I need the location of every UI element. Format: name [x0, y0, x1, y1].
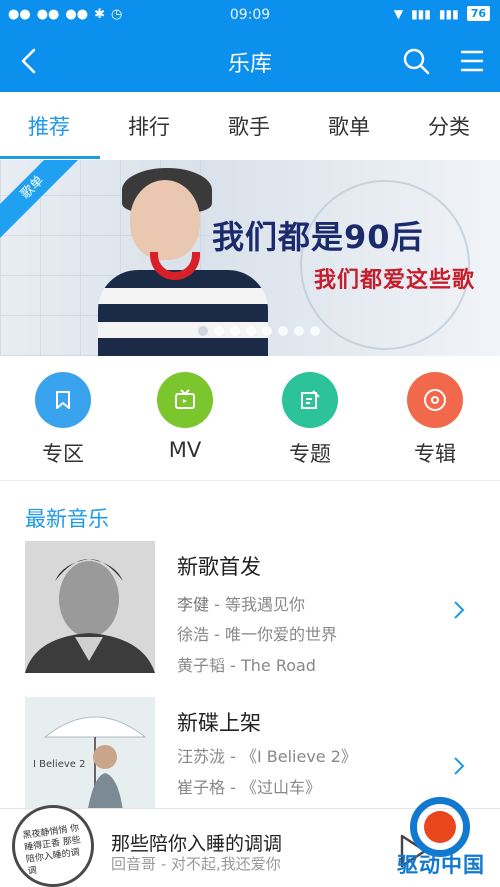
pagination-dot[interactable] — [294, 326, 304, 336]
tv-icon — [157, 372, 213, 428]
banner-pagination — [198, 326, 320, 336]
song-line: 汪苏泷 - 《I Believe 2》 — [177, 743, 357, 767]
search-icon[interactable] — [400, 45, 432, 77]
separator: - — [225, 778, 241, 797]
entry-zone[interactable]: 专区 — [13, 372, 113, 468]
banner-headline: 我们都是90后 — [212, 218, 424, 256]
divider — [0, 480, 500, 481]
now-playing-artist: 回音哥 - 对不起,我还爱你 — [111, 855, 281, 873]
chevron-right-icon[interactable] — [451, 755, 467, 777]
artist-name: 黄子韬 — [177, 656, 226, 675]
edit-note-icon — [282, 372, 338, 428]
song-line: 李健 - 等我遇见你 — [177, 591, 305, 615]
artist-name: 李健 — [177, 595, 210, 614]
cover-handwriting: 黑夜静悄悄 你睡得正香 那些陪你入睡的调调 — [22, 823, 82, 877]
entry-albums[interactable]: 专辑 — [385, 372, 485, 468]
now-playing-title: 那些陪你入睡的调调 — [111, 833, 283, 855]
category-tabs: 推荐 排行 歌手 歌单 分类 — [0, 92, 500, 158]
battery-icon: 76 — [466, 6, 490, 21]
app-bar: 乐库 — [0, 32, 500, 92]
now-playing-cover[interactable]: 黑夜静悄悄 你睡得正香 那些陪你入睡的调调 — [12, 805, 94, 887]
disc-icon — [407, 372, 463, 428]
card-title: 新碟上架 — [177, 711, 261, 735]
song-name: 《I Believe 2》 — [240, 747, 357, 766]
pagination-dot[interactable] — [246, 326, 256, 336]
section-title-latest-music: 最新音乐 — [25, 507, 109, 531]
wifi-icon: ▼ — [393, 6, 404, 21]
watermark-text: 驱动中国 — [397, 853, 485, 877]
entry-label: 专题 — [289, 442, 331, 466]
separator: - — [209, 595, 225, 614]
song-name: The Road — [240, 656, 316, 675]
card-title: 新歌首发 — [177, 555, 261, 579]
pagination-dot[interactable] — [214, 326, 224, 336]
artist-name: 徐浩 — [177, 625, 210, 644]
pagination-dot[interactable] — [198, 326, 208, 336]
pagination-dot[interactable] — [262, 326, 272, 336]
tab-singers[interactable]: 歌手 — [228, 111, 270, 141]
tab-recommend[interactable]: 推荐 — [28, 111, 70, 141]
latest-card-new-songs[interactable]: 新歌首发 李健 - 等我遇见你 徐浩 - 唯一你爱的世界 黄子韬 - The R… — [0, 541, 500, 691]
banner-subheadline: 我们都爱这些歌 — [314, 268, 476, 293]
entry-mv[interactable]: MV — [135, 372, 235, 462]
artist-name: 汪苏泷 — [177, 747, 226, 766]
signal-icon: ▮▮▮ — [411, 6, 431, 21]
separator: - — [209, 625, 225, 644]
song-name: 唯一你爱的世界 — [224, 625, 337, 644]
banner-artist-face — [130, 180, 200, 260]
separator: - — [225, 656, 241, 675]
signal-icon: ▮▮▮ — [438, 6, 459, 21]
cover-album-title: I Believe 2 — [33, 759, 86, 770]
menu-icon[interactable] — [456, 45, 488, 77]
banner-artist-shirt — [98, 270, 268, 356]
watermark-dot — [424, 811, 456, 843]
status-right-icons: ▼ ▮▮▮ ▮▮▮ 76 — [394, 6, 490, 21]
song-name: 等我遇见你 — [224, 595, 305, 614]
music-library-screen: ●● ●● ●● ✱ ◷ 09:09 ▼ ▮▮▮ ▮▮▮ 76 乐库 推荐 排行… — [0, 0, 500, 887]
entry-label: 专区 — [42, 442, 84, 466]
separator: - — [225, 747, 241, 766]
tab-playlists[interactable]: 歌单 — [328, 111, 370, 141]
song-line: 崔子格 - 《过山车》 — [177, 774, 321, 798]
bookmark-icon — [35, 372, 91, 428]
tab-categories[interactable]: 分类 — [428, 111, 470, 141]
status-bar: ●● ●● ●● ✱ ◷ 09:09 ▼ ▮▮▮ ▮▮▮ 76 — [0, 0, 500, 32]
now-playing-bar[interactable]: 黑夜静悄悄 你睡得正香 那些陪你入睡的调调 那些陪你入睡的调调 回音哥 - 对不… — [0, 797, 500, 887]
tab-charts[interactable]: 排行 — [128, 111, 170, 141]
song-name: 《过山车》 — [240, 778, 321, 797]
cover-new-songs — [25, 541, 155, 673]
pagination-dot[interactable] — [310, 326, 320, 336]
entry-label: 专辑 — [414, 442, 456, 466]
entry-label: MV — [168, 438, 202, 462]
song-line: 黄子韬 - The Road — [177, 652, 316, 676]
entry-topics[interactable]: 专题 — [260, 372, 360, 468]
watermark-logo: 驱动中国 — [382, 797, 500, 887]
artist-name: 崔子格 — [177, 778, 226, 797]
active-tab-indicator — [0, 156, 100, 159]
pagination-dot[interactable] — [278, 326, 288, 336]
pagination-dot[interactable] — [230, 326, 240, 336]
chevron-right-icon[interactable] — [451, 599, 467, 621]
quick-entries: 专区 MV 专题 专辑 — [0, 360, 500, 480]
song-line: 徐浩 - 唯一你爱的世界 — [177, 621, 337, 645]
